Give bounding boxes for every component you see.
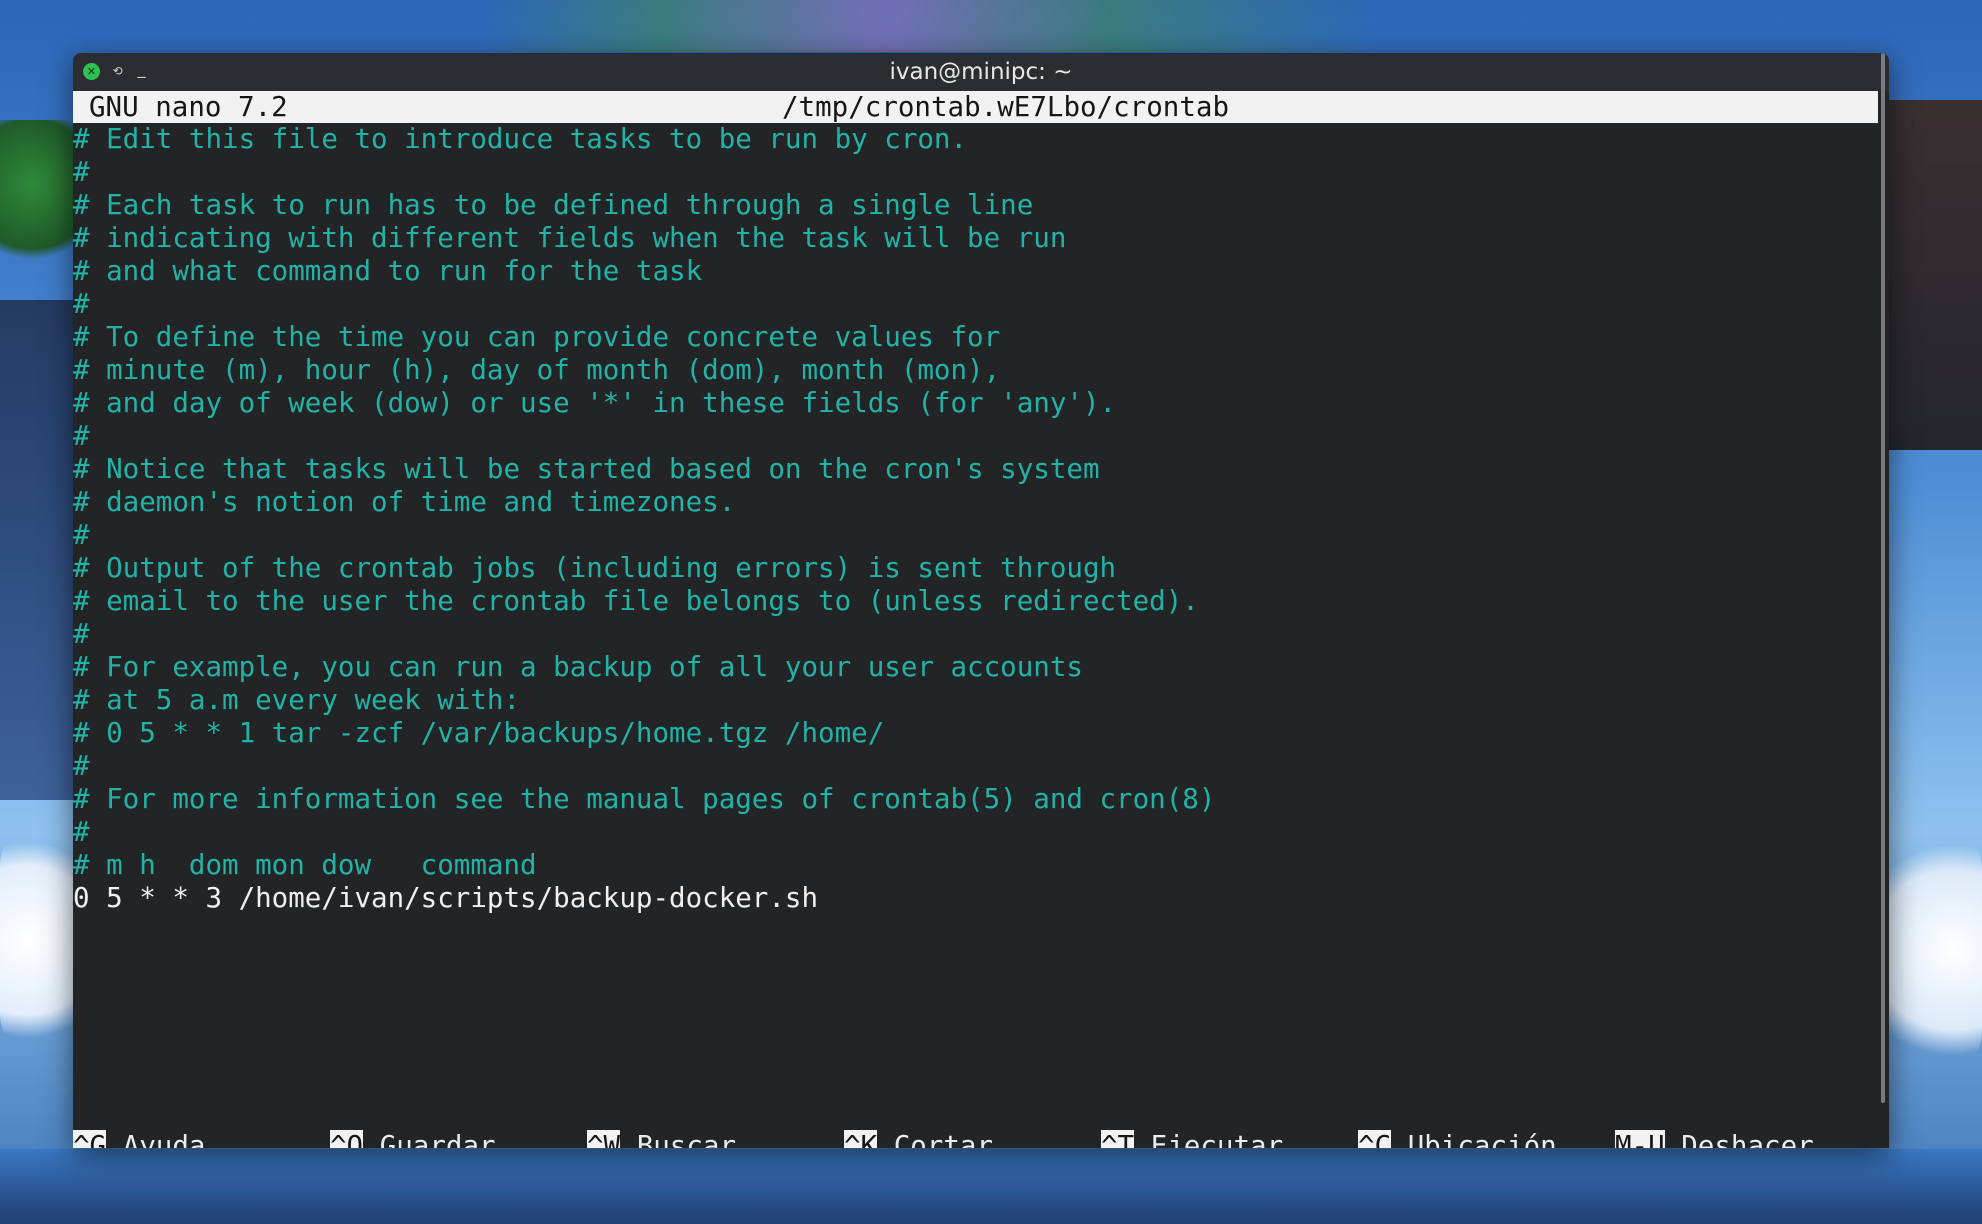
nano-shortcut-bar: ^G Ayuda^X Salir^O Guardar^R Leer fich.^… bbox=[73, 1130, 1878, 1148]
comment-line[interactable]: # m h dom mon dow command bbox=[73, 849, 1878, 882]
comment-line[interactable]: # bbox=[73, 519, 1878, 552]
shortcut-label: Ejecutar bbox=[1150, 1130, 1284, 1148]
shortcut-key: ^W bbox=[587, 1130, 621, 1148]
editor-buffer[interactable]: # Edit this file to introduce tasks to b… bbox=[73, 123, 1878, 1103]
window-titlebar[interactable]: ✕ ⟲ _ ivan@minipc: ~ bbox=[73, 53, 1889, 91]
shortcut-key: ^G bbox=[73, 1130, 107, 1148]
comment-line[interactable]: # daemon's notion of time and timezones. bbox=[73, 486, 1878, 519]
comment-line[interactable]: # 0 5 * * 1 tar -zcf /var/backups/home.t… bbox=[73, 717, 1878, 750]
shortcut-key: ^O bbox=[330, 1130, 364, 1148]
shortcut-label: Cortar bbox=[893, 1130, 994, 1148]
wallpaper-building-right bbox=[1887, 100, 1982, 450]
comment-line[interactable]: # bbox=[73, 288, 1878, 321]
nano-header-bar: GNU nano 7.2 /tmp/crontab.wE7Lbo/crontab bbox=[73, 91, 1878, 123]
nano-filename: /tmp/crontab.wE7Lbo/crontab bbox=[781, 91, 1230, 123]
comment-line[interactable]: # bbox=[73, 816, 1878, 849]
comment-line[interactable]: # Notice that tasks will be started base… bbox=[73, 453, 1878, 486]
shortcut-label: Buscar bbox=[636, 1130, 737, 1148]
shortcut-guardar[interactable]: ^O Guardar bbox=[330, 1130, 496, 1148]
wallpaper-flowers bbox=[480, 0, 1380, 52]
shortcut-ubicación[interactable]: ^C Ubicación bbox=[1358, 1130, 1557, 1148]
shortcut-cortar[interactable]: ^K Cortar bbox=[844, 1130, 993, 1148]
wallpaper-building-left bbox=[0, 300, 75, 800]
window-title: ivan@minipc: ~ bbox=[889, 59, 1073, 85]
wallpaper-cloud-right bbox=[1887, 820, 1982, 1080]
comment-line[interactable]: # Output of the crontab jobs (including … bbox=[73, 552, 1878, 585]
wallpaper-bottom bbox=[0, 1149, 1982, 1224]
terminal-area[interactable]: GNU nano 7.2 /tmp/crontab.wE7Lbo/crontab… bbox=[73, 91, 1889, 1148]
comment-line[interactable]: # at 5 a.m every week with: bbox=[73, 684, 1878, 717]
crontab-entry-line[interactable]: 0 5 * * 3 /home/ivan/scripts/backup-dock… bbox=[73, 882, 1878, 915]
shortcut-label: Ayuda bbox=[122, 1130, 206, 1148]
shortcut-buscar[interactable]: ^W Buscar bbox=[587, 1130, 736, 1148]
shortcut-key: ^C bbox=[1358, 1130, 1392, 1148]
comment-line[interactable]: # For example, you can run a backup of a… bbox=[73, 651, 1878, 684]
comment-line[interactable]: # For more information see the manual pa… bbox=[73, 783, 1878, 816]
wallpaper-foliage bbox=[0, 120, 80, 280]
shortcut-deshacer[interactable]: M-U Deshacer bbox=[1615, 1130, 1814, 1148]
comment-line[interactable]: # bbox=[73, 420, 1878, 453]
comment-line[interactable]: # and day of week (dow) or use '*' in th… bbox=[73, 387, 1878, 420]
comment-line[interactable]: # Edit this file to introduce tasks to b… bbox=[73, 123, 1878, 156]
shortcut-label: Guardar bbox=[379, 1130, 496, 1148]
shortcut-label: Ubicación bbox=[1407, 1130, 1557, 1148]
scrollbar[interactable] bbox=[1881, 53, 1885, 1103]
shortcut-label: Deshacer bbox=[1681, 1130, 1814, 1148]
comment-line[interactable]: # indicating with different fields when … bbox=[73, 222, 1878, 255]
comment-line[interactable]: # bbox=[73, 618, 1878, 651]
comment-line[interactable]: # minute (m), hour (h), day of month (do… bbox=[73, 354, 1878, 387]
terminal-window: ✕ ⟲ _ ivan@minipc: ~ GNU nano 7.2 /tmp/c… bbox=[73, 53, 1889, 1148]
comment-line[interactable]: # bbox=[73, 750, 1878, 783]
comment-line[interactable]: # Each task to run has to be defined thr… bbox=[73, 189, 1878, 222]
shortcut-ayuda[interactable]: ^G Ayuda bbox=[73, 1130, 205, 1148]
shortcut-ejecutar[interactable]: ^T Ejecutar bbox=[1101, 1130, 1283, 1148]
shortcut-key: ^K bbox=[844, 1130, 878, 1148]
shortcut-key: M-U bbox=[1615, 1130, 1665, 1148]
comment-line[interactable]: # and what command to run for the task bbox=[73, 255, 1878, 288]
comment-line[interactable]: # bbox=[73, 156, 1878, 189]
comment-line[interactable]: # email to the user the crontab file bel… bbox=[73, 585, 1878, 618]
shortcut-key: ^T bbox=[1101, 1130, 1135, 1148]
comment-line[interactable]: # To define the time you can provide con… bbox=[73, 321, 1878, 354]
